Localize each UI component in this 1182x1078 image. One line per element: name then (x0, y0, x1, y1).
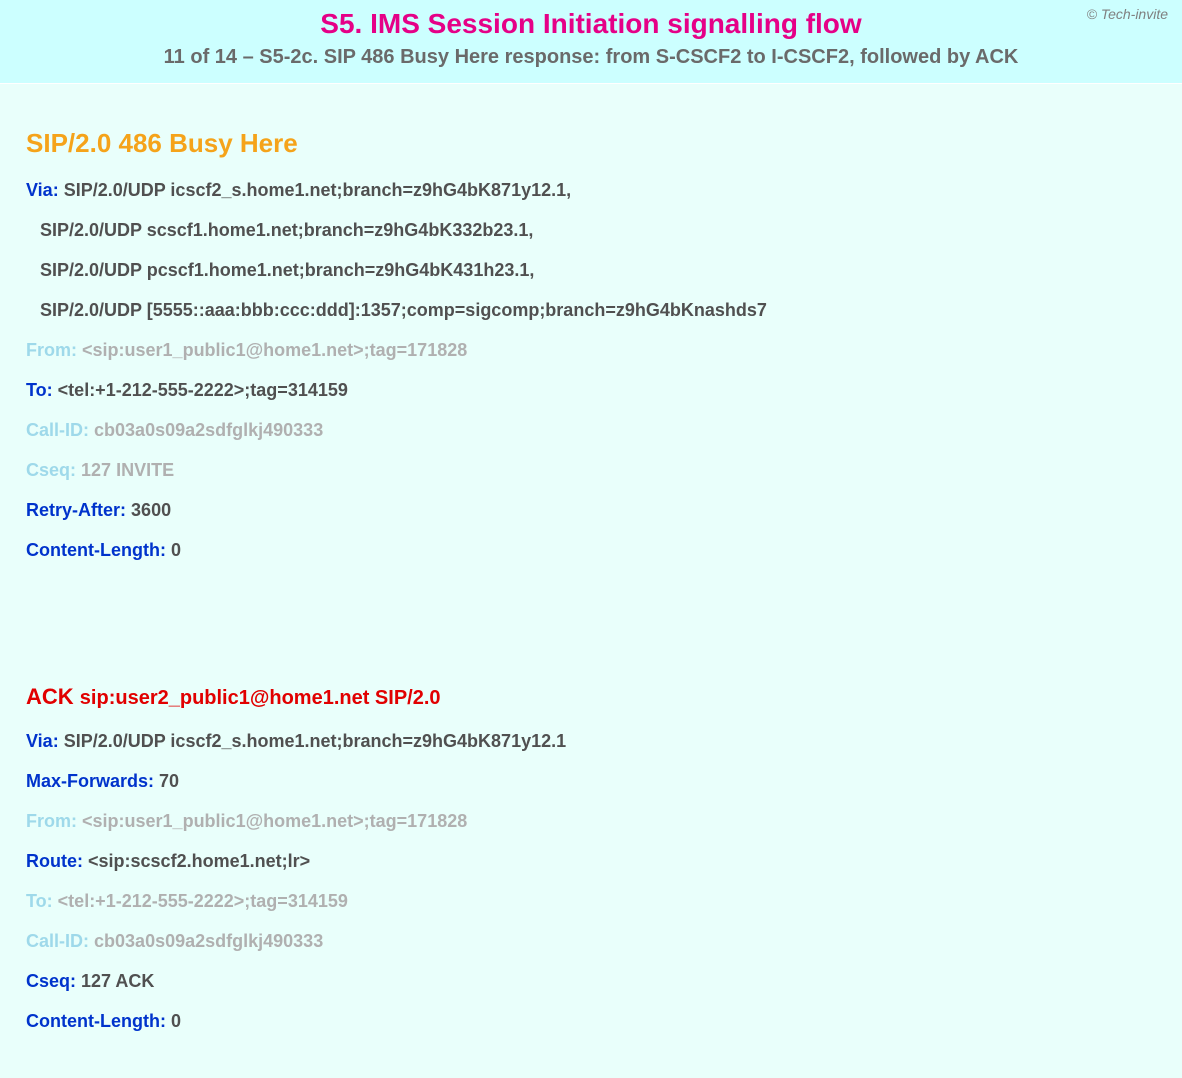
ack-cseq-header-row: Cseq: 127 ACK (26, 968, 1156, 995)
to-label: To: (26, 380, 53, 400)
ack-method: ACK (26, 684, 74, 709)
via-value-3: SIP/2.0/UDP pcscf1.home1.net;branch=z9hG… (26, 257, 1156, 284)
attribution: © Tech-invite (1087, 6, 1168, 22)
via-header-row: Via: SIP/2.0/UDP icscf2_s.home1.net;bran… (26, 177, 1156, 204)
ack-content-length-label: Content-Length: (26, 1011, 166, 1031)
to-header-row: To: <tel:+1-212-555-2222>;tag=314159 (26, 377, 1156, 404)
sip-response-block: SIP/2.0 486 Busy Here Via: SIP/2.0/UDP i… (26, 128, 1156, 564)
ack-to-value: <tel:+1-212-555-2222>;tag=314159 (58, 891, 348, 911)
ack-request-uri: sip:user2_public1@home1.net SIP/2.0 (80, 687, 441, 709)
via-value-4: SIP/2.0/UDP [5555::aaa:bbb:ccc:ddd]:1357… (26, 297, 1156, 324)
content-area: SIP/2.0 486 Busy Here Via: SIP/2.0/UDP i… (0, 84, 1182, 1078)
cseq-label: Cseq: (26, 460, 76, 480)
ack-via-header-row: Via: SIP/2.0/UDP icscf2_s.home1.net;bran… (26, 728, 1156, 755)
ack-cseq-value: 127 ACK (81, 971, 154, 991)
page-title: S5. IMS Session Initiation signalling fl… (10, 8, 1172, 40)
content-length-label: Content-Length: (26, 540, 166, 560)
via-value-1: SIP/2.0/UDP icscf2_s.home1.net;branch=z9… (64, 180, 571, 200)
ack-callid-label: Call-ID: (26, 931, 89, 951)
callid-header-row: Call-ID: cb03a0s09a2sdfglkj490333 (26, 417, 1156, 444)
content-length-header-row: Content-Length: 0 (26, 537, 1156, 564)
from-header-row: From: <sip:user1_public1@home1.net>;tag=… (26, 337, 1156, 364)
ack-from-header-row: From: <sip:user1_public1@home1.net>;tag=… (26, 808, 1156, 835)
ack-to-header-row: To: <tel:+1-212-555-2222>;tag=314159 (26, 888, 1156, 915)
retry-after-label: Retry-After: (26, 500, 126, 520)
ack-route-header-row: Route: <sip:scscf2.home1.net;lr> (26, 848, 1156, 875)
cseq-value: 127 INVITE (81, 460, 174, 480)
via-label: Via: (26, 180, 59, 200)
ack-maxforwards-label: Max-Forwards: (26, 771, 154, 791)
to-value: <tel:+1-212-555-2222>;tag=314159 (58, 380, 348, 400)
header-band: © Tech-invite S5. IMS Session Initiation… (0, 0, 1182, 84)
retry-after-value: 3600 (131, 500, 171, 520)
from-value: <sip:user1_public1@home1.net>;tag=171828 (82, 340, 467, 360)
ack-from-value: <sip:user1_public1@home1.net>;tag=171828 (82, 811, 467, 831)
ack-callid-header-row: Call-ID: cb03a0s09a2sdfglkj490333 (26, 928, 1156, 955)
ack-maxforwards-value: 70 (159, 771, 179, 791)
ack-content-length-value: 0 (171, 1011, 181, 1031)
ack-callid-value: cb03a0s09a2sdfglkj490333 (94, 931, 323, 951)
content-length-value: 0 (171, 540, 181, 560)
from-label: From: (26, 340, 77, 360)
via-value-2: SIP/2.0/UDP scscf1.home1.net;branch=z9hG… (26, 217, 1156, 244)
page-subtitle: 11 of 14 – S5-2c. SIP 486 Busy Here resp… (10, 46, 1172, 69)
response-title: SIP/2.0 486 Busy Here (26, 128, 1156, 159)
callid-label: Call-ID: (26, 420, 89, 440)
ack-title: ACK sip:user2_public1@home1.net SIP/2.0 (26, 684, 1156, 710)
ack-via-value: SIP/2.0/UDP icscf2_s.home1.net;branch=z9… (64, 731, 566, 751)
ack-route-label: Route: (26, 851, 83, 871)
ack-from-label: From: (26, 811, 77, 831)
ack-request-block: ACK sip:user2_public1@home1.net SIP/2.0 … (26, 684, 1156, 1035)
ack-content-length-header-row: Content-Length: 0 (26, 1008, 1156, 1035)
cseq-header-row: Cseq: 127 INVITE (26, 457, 1156, 484)
ack-route-value: <sip:scscf2.home1.net;lr> (88, 851, 310, 871)
retry-after-header-row: Retry-After: 3600 (26, 497, 1156, 524)
ack-maxforwards-header-row: Max-Forwards: 70 (26, 768, 1156, 795)
ack-via-label: Via: (26, 731, 59, 751)
callid-value: cb03a0s09a2sdfglkj490333 (94, 420, 323, 440)
ack-to-label: To: (26, 891, 53, 911)
ack-cseq-label: Cseq: (26, 971, 76, 991)
